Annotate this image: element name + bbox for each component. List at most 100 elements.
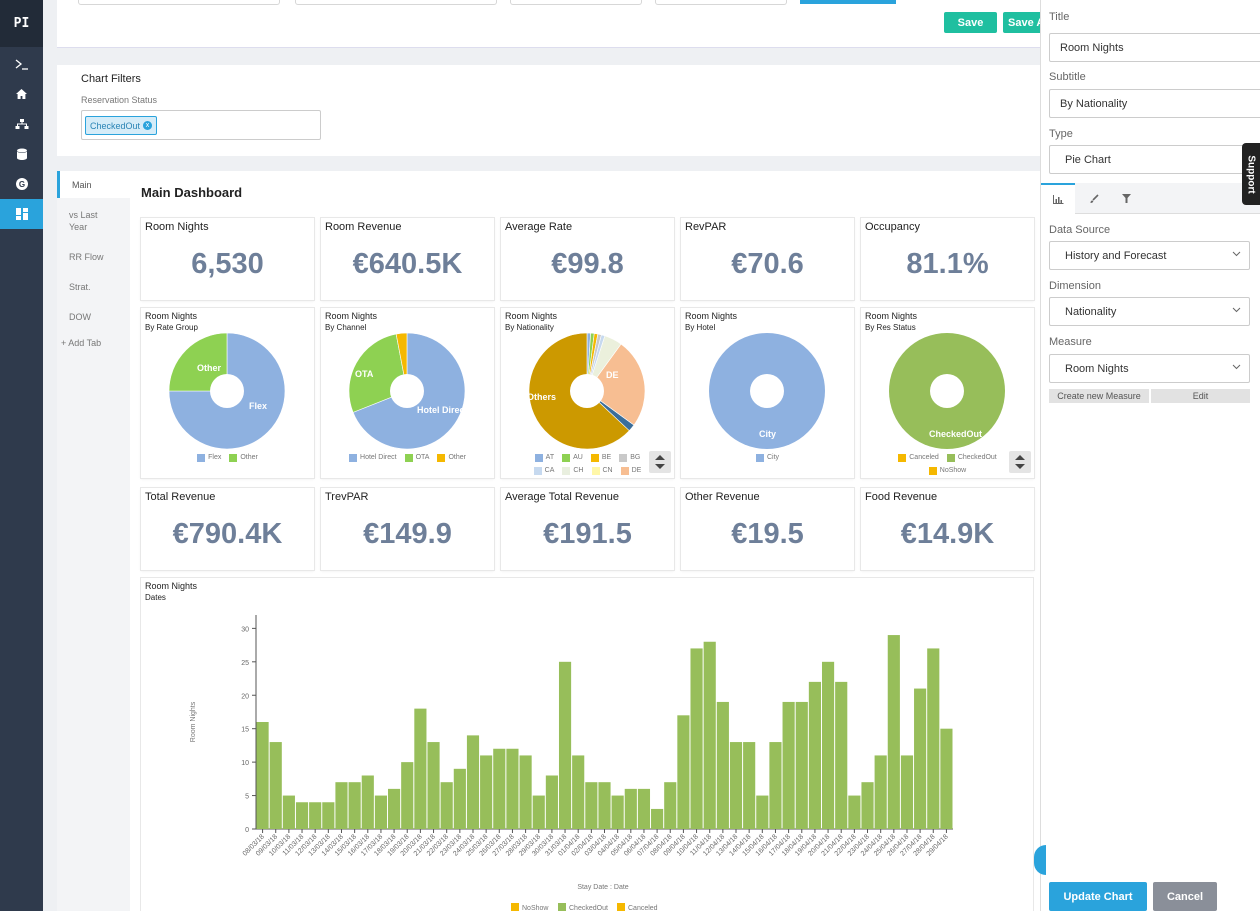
field-stub-1[interactable] — [78, 0, 280, 5]
legend-label: AT — [545, 454, 555, 461]
type-select[interactable]: Pie Chart — [1049, 145, 1260, 174]
legend-item[interactable]: AU — [562, 453, 583, 463]
legend-swatch — [533, 467, 542, 475]
legend-item[interactable]: CH — [562, 466, 584, 476]
pie-chart-card[interactable]: Room Nights By Hotel City City — [681, 308, 854, 478]
filter-chip[interactable]: CheckedOut x — [85, 116, 158, 135]
bar — [637, 788, 651, 829]
data-source-select[interactable]: History and Forecast — [1049, 241, 1250, 270]
kpi-title: Occupancy — [865, 221, 921, 233]
tab-filter[interactable] — [1109, 183, 1143, 214]
tab-vs-last-year[interactable]: vs Last Year — [57, 209, 117, 233]
subtitle-input[interactable]: By Nationality — [1049, 89, 1260, 118]
legend-item[interactable]: City — [755, 453, 779, 463]
reservation-status-select[interactable]: CheckedOut x — [81, 110, 321, 140]
y-tick-label: 25 — [241, 660, 249, 667]
legend-pager[interactable] — [1009, 451, 1031, 473]
panel-tabs — [1041, 183, 1260, 214]
kpi-card[interactable]: Food Revenue €14.9K — [861, 488, 1034, 570]
kpi-card[interactable]: Occupancy 81.1% — [861, 218, 1034, 300]
pie-chart-card[interactable]: Room Nights By Res Status CheckedOut Cancel… — [861, 308, 1034, 478]
field-stub-4[interactable] — [655, 0, 787, 5]
y-tick-label: 5 — [245, 794, 249, 801]
kpi-card[interactable]: Average Rate €99.8 — [501, 218, 674, 300]
legend-label: BG — [630, 454, 641, 461]
support-tab[interactable]: Support — [1242, 143, 1260, 205]
legend-item[interactable]: CA — [533, 466, 554, 476]
legend-swatch — [404, 454, 413, 462]
measure-select[interactable]: Room Nights — [1049, 354, 1250, 383]
bar — [322, 802, 335, 829]
legend-item[interactable]: DE — [620, 466, 641, 476]
bar — [611, 795, 624, 829]
legend-item[interactable]: BG — [619, 453, 640, 463]
legend-item[interactable]: BE — [590, 453, 611, 463]
pie-chart-card[interactable]: Room Nights By Rate Group Flex Other Flex Oth… — [141, 308, 314, 478]
legend-item[interactable]: NoShow — [928, 466, 967, 476]
legend-item[interactable]: AT — [534, 453, 555, 463]
legend-item[interactable]: Flex — [197, 453, 221, 463]
close-icon[interactable]: x — [143, 121, 153, 130]
legend-item[interactable]: Other — [229, 453, 258, 463]
legend-swatch — [928, 467, 937, 475]
kpi-card[interactable]: Average Total Revenue €191.5 — [501, 488, 674, 570]
bar — [769, 742, 782, 829]
legend-swatch — [511, 903, 519, 911]
kpi-card[interactable]: Room Nights 6,530 — [141, 218, 314, 300]
bar — [414, 708, 427, 829]
nav-terminal[interactable] — [0, 49, 43, 79]
legend-label: Flex — [208, 454, 222, 461]
button-stub[interactable] — [800, 0, 896, 4]
tab-rr-flow[interactable]: RR Flow — [57, 252, 130, 262]
nav-home[interactable] — [0, 79, 43, 109]
legend-item[interactable]: CN — [591, 466, 613, 476]
chart-filters: Chart Filters Reservation Status Checked… — [57, 65, 1047, 156]
nav-database[interactable] — [0, 139, 43, 169]
legend-item[interactable]: Other — [437, 453, 466, 463]
nav-goals[interactable]: G — [0, 169, 43, 199]
update-chart-button[interactable]: Update Chart — [1049, 882, 1147, 911]
dimension-select[interactable]: Nationality — [1049, 297, 1250, 326]
kpi-card[interactable]: Room Revenue €640.5K — [321, 218, 494, 300]
legend-swatch — [349, 454, 358, 462]
legend-label: NoShow — [939, 467, 967, 474]
field-stub-3[interactable] — [510, 0, 642, 5]
bar — [940, 728, 953, 829]
legend-swatch — [755, 454, 764, 462]
save-button[interactable]: Save — [944, 12, 997, 33]
pager-arrows-icon — [1015, 455, 1025, 469]
legend-swatch — [946, 454, 955, 462]
tab-main[interactable]: Main — [57, 171, 130, 198]
brush-icon — [1090, 193, 1099, 203]
create-measure-button[interactable]: Create new Measure — [1049, 389, 1149, 403]
legend-item[interactable]: Canceled — [898, 453, 939, 463]
tab-data[interactable] — [1041, 183, 1075, 214]
nav-dashboard[interactable] — [0, 199, 43, 229]
kpi-title: TrevPAR — [325, 491, 369, 503]
title-input[interactable]: Room Nights — [1049, 33, 1260, 62]
x-axis-label: Stay Date : Date — [577, 884, 628, 891]
nav-hierarchy[interactable] — [0, 109, 43, 139]
kpi-card[interactable]: TrevPAR €149.9 — [321, 488, 494, 570]
legend-item[interactable]: OTA — [404, 453, 429, 463]
pie-chart-card[interactable]: Room Nights By Nationality DE Others AT AU BE B… — [501, 308, 674, 478]
pie-chart-card[interactable]: Room Nights By Channel Hotel Direct OTA Hote… — [321, 308, 494, 478]
field-stub-2[interactable] — [295, 0, 497, 5]
legend-swatch — [558, 903, 566, 911]
tab-dow[interactable]: DOW — [57, 312, 130, 322]
add-tab-button[interactable]: + Add Tab — [57, 338, 130, 348]
kpi-card[interactable]: Other Revenue €19.5 — [681, 488, 854, 570]
legend-item[interactable]: Hotel Direct — [349, 453, 397, 463]
legend-item[interactable]: CheckedOut — [946, 453, 997, 463]
tab-style[interactable] — [1077, 183, 1111, 214]
logo[interactable]: PI — [0, 0, 43, 47]
kpi-card[interactable]: RevPAR €70.6 — [681, 218, 854, 300]
y-tick-label: 10 — [241, 760, 249, 767]
legend-pager[interactable] — [649, 451, 671, 473]
tab-strat[interactable]: Strat. — [57, 282, 130, 292]
pie-slice-label: City — [759, 429, 776, 439]
edit-measure-button[interactable]: Edit — [1151, 389, 1250, 403]
cancel-button[interactable]: Cancel — [1153, 882, 1217, 911]
chat-widget-button[interactable] — [1034, 845, 1046, 875]
kpi-card[interactable]: Total Revenue €790.4K — [141, 488, 314, 570]
